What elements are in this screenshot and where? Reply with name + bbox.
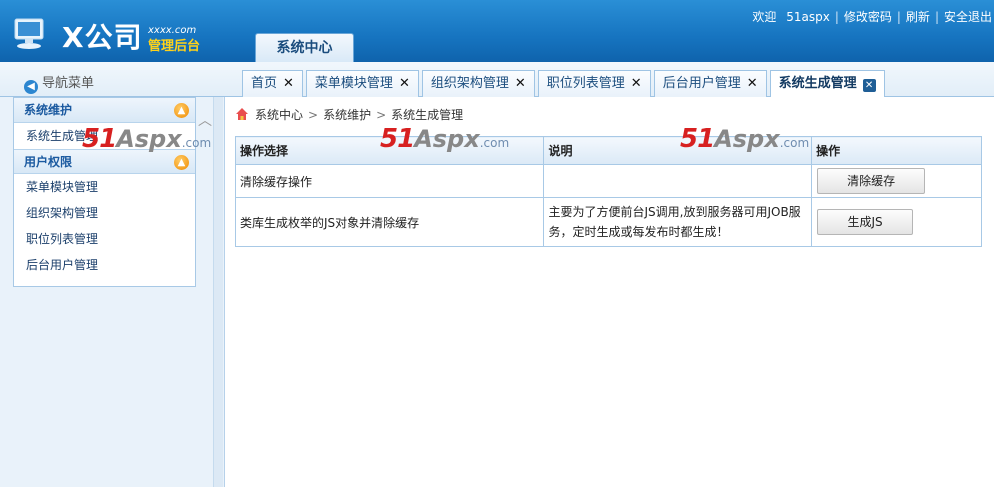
collapse-up-icon[interactable]: ▲ (174, 155, 189, 170)
watermark-number: 51 (82, 124, 117, 154)
watermark-logo: 51Aspx.com (680, 124, 809, 154)
sidebar-group-header[interactable]: 系统维护 ▲ (14, 98, 195, 123)
collapse-up-icon[interactable]: ▲ (174, 103, 189, 118)
table-row: 清除缓存操作 清除缓存 (234, 164, 982, 198)
operations-table: 操作选择 说明 操作 清除缓存操作 清除缓存 类库生成枚举的JS对象并清除缓存 … (234, 136, 982, 247)
close-icon[interactable]: ✕ (515, 76, 526, 91)
logo-subtitle: 管理后台 (148, 39, 201, 54)
operation-name: 清除缓存操作 (234, 164, 545, 198)
tab-label: 菜单模块管理 (314, 76, 393, 91)
watermark-domain: .com (779, 136, 810, 150)
refresh-link[interactable]: 刷新 (906, 10, 930, 24)
tab-label: 系统生成管理 (778, 76, 857, 91)
operation-name: 类库生成枚举的JS对象并清除缓存 (234, 197, 545, 247)
operation-cell: 生成JS (811, 197, 982, 247)
close-icon[interactable]: ✕ (399, 76, 410, 91)
sidebar-item-position-list[interactable]: 职位列表管理 (14, 226, 195, 252)
sidebar-item-menu-module[interactable]: 菜单模块管理 (14, 174, 195, 200)
change-password-link[interactable]: 修改密码 (844, 10, 892, 24)
sidebar-group-title: 用户权限 (24, 155, 73, 169)
watermark-number: 51 (680, 124, 715, 154)
watermark-logo: 51Aspx.com (82, 124, 211, 154)
home-icon (236, 108, 248, 120)
table-header-row: 操作选择 说明 操作 (234, 136, 982, 165)
sidebar-group-permissions: 用户权限 ▲ 菜单模块管理 组织架构管理 职位列表管理 后台用户管理 (14, 149, 195, 278)
user-name: 51aspx (786, 10, 830, 24)
tab-label: 职位列表管理 (546, 76, 625, 91)
logout-link[interactable]: 安全退出 (944, 10, 992, 24)
watermark-domain: .com (181, 136, 212, 150)
sidebar-group-title: 系统维护 (24, 103, 73, 117)
sidebar-splitter[interactable] (213, 97, 223, 487)
tab-menu-module[interactable]: 菜单模块管理 ✕ (305, 70, 419, 98)
tab-label: 首页 (251, 76, 278, 91)
operation-desc: 主要为了方便前台JS调用,放到服务器可用JOB服务，定时生成或每发布时都生成！ (543, 197, 813, 247)
table-row: 类库生成枚举的JS对象并清除缓存 主要为了方便前台JS调用,放到服务器可用JOB… (234, 197, 982, 247)
tab-system-center[interactable]: 系统中心 (255, 33, 354, 62)
clear-cache-button[interactable]: 清除缓存 (817, 168, 926, 194)
nav-menu-label: 导航菜单 (42, 76, 95, 91)
tab-org-structure[interactable]: 组织架构管理 ✕ (421, 70, 535, 98)
breadcrumb-item: 系统生成管理 (391, 108, 464, 122)
close-icon[interactable]: ✕ (631, 76, 642, 91)
sidebar-item-org-structure[interactable]: 组织架构管理 (14, 200, 195, 226)
top-links: 欢迎 51aspx | 修改密码 | 刷新 | 安全退出 (752, 10, 992, 24)
tab-position-list[interactable]: 职位列表管理 ✕ (537, 70, 651, 98)
sidebar-item-backend-users[interactable]: 后台用户管理 (14, 252, 195, 278)
tab-bar: ◀ 导航菜单 首页 ✕ 菜单模块管理 ✕ 组织架构管理 ✕ 职位列表管理 ✕ 后台用户管理 ✕ 系统生… (0, 62, 994, 99)
tab-home[interactable]: 首页 ✕ (242, 70, 303, 98)
tab-label: 后台用户管理 (662, 76, 741, 91)
computer-icon (14, 18, 44, 49)
close-icon[interactable]: ✕ (747, 76, 758, 91)
close-icon[interactable]: ✕ (862, 79, 876, 92)
main-content: 系统中心 > 系统维护 > 系统生成管理 操作选择 说明 操作 清除缓存操作 清除缓存 … (224, 97, 994, 487)
tab-backend-users[interactable]: 后台用户管理 ✕ (653, 70, 767, 98)
tab-system-generate[interactable]: 系统生成管理 ✕ (769, 70, 885, 99)
page-tabs: 首页 ✕ 菜单模块管理 ✕ 组织架构管理 ✕ 职位列表管理 ✕ 后台用户管理 ✕ 系统生成管理 ✕ (242, 70, 888, 99)
column-header: 操作 (811, 136, 982, 165)
watermark-word: Aspx (714, 125, 780, 153)
watermark-number: 51 (380, 124, 415, 154)
watermark-logo: 51Aspx.com (380, 124, 509, 154)
generate-js-button[interactable]: 生成JS (817, 209, 914, 235)
operation-cell: 清除缓存 (811, 164, 982, 198)
operation-desc (543, 164, 813, 198)
nav-menu-title: ◀ 导航菜单 (24, 72, 94, 94)
watermark-domain: .com (479, 136, 510, 150)
header-bar: X公司 xxxx.com 管理后台 欢迎 51aspx | 修改密码 | 刷新 | 安全退出… (0, 0, 994, 62)
watermark-word: Aspx (116, 125, 182, 153)
breadcrumb: 系统中心 > 系统维护 > 系统生成管理 (235, 106, 463, 123)
breadcrumb-item[interactable]: 系统维护 (323, 108, 371, 122)
back-arrow-icon: ◀ (24, 80, 38, 94)
close-icon[interactable]: ✕ (283, 76, 294, 91)
welcome-text: 欢迎 (752, 10, 777, 24)
watermark-word: Aspx (414, 125, 480, 153)
logo-text: X公司 (62, 21, 143, 54)
tab-label: 组织架构管理 (430, 76, 509, 91)
breadcrumb-item[interactable]: 系统中心 (255, 108, 303, 122)
